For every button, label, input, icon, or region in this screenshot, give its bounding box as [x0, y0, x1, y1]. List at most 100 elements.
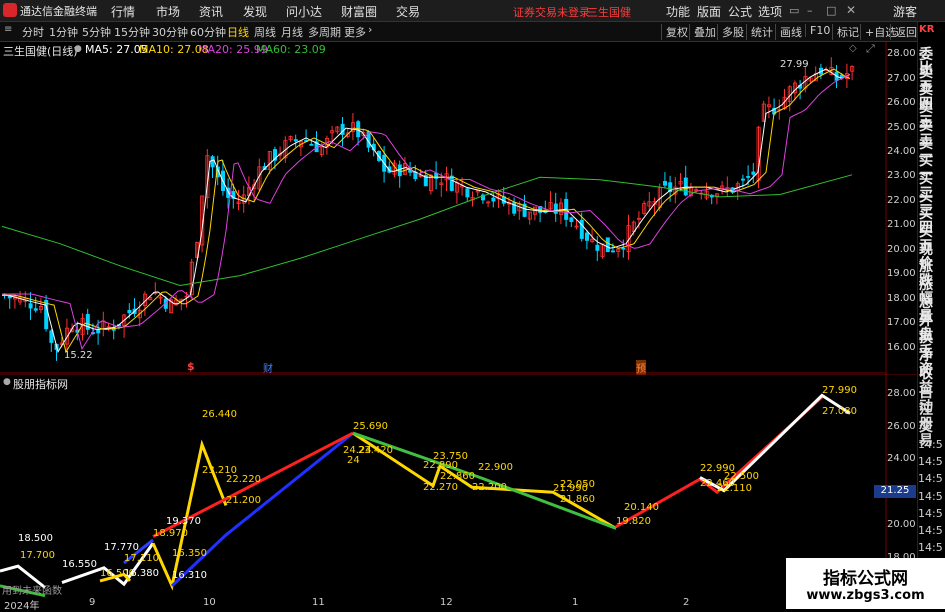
tf-intraday[interactable]: 分时	[22, 24, 44, 40]
side-time-2: 14:5	[918, 472, 943, 486]
app-logo-icon	[3, 3, 17, 17]
price-axis-label: 16.00	[887, 341, 916, 353]
event-finance-marker[interactable]: 财	[263, 360, 273, 375]
app-name: 通达信金融终端	[20, 5, 97, 18]
time-label-jan: 1	[572, 597, 579, 608]
candle-body	[127, 309, 132, 314]
watermark: 指标公式网 www.zbgs3.com	[786, 558, 945, 609]
indicator-point-label: 26.440	[202, 409, 237, 420]
candle-body	[605, 237, 610, 253]
login-notice[interactable]: 证券交易未登录	[513, 4, 590, 20]
tool-draw[interactable]: 画线	[775, 24, 802, 40]
tool-multi-stock[interactable]: 多股	[717, 24, 744, 40]
indicator-point-label: 22.900	[478, 462, 513, 473]
tool-stats[interactable]: 统计	[746, 24, 773, 40]
menu-function[interactable]: 功能	[666, 3, 690, 20]
indicator-point-label: 22.200	[472, 482, 507, 493]
indicator-point-label: 27.990	[822, 385, 857, 396]
indicator-point-label: 17.700	[20, 550, 55, 561]
candle-body	[96, 329, 101, 334]
indicator-point-label: 22.860	[440, 471, 475, 482]
tool-adjust[interactable]: 复权	[661, 24, 688, 40]
menu-options[interactable]: 选项	[758, 3, 782, 20]
tf-multi[interactable]: 多周期	[308, 24, 341, 40]
indicator-point-label: 16.350	[172, 548, 207, 559]
candle-body	[746, 176, 751, 178]
menu-quotes[interactable]: 行情	[111, 3, 135, 20]
guest-user[interactable]: 游客	[893, 3, 917, 20]
price-axis-label: 17.00	[887, 317, 916, 329]
indicator-point-label: 18.500	[18, 533, 53, 544]
close-icon[interactable]: ✕	[846, 3, 856, 17]
indicator-current-value: 21.25	[874, 485, 916, 498]
price-axis-label: 19.00	[887, 268, 916, 280]
minimize-icon[interactable]: ▭	[789, 4, 799, 17]
time-label-oct: 10	[203, 597, 216, 608]
menu-market[interactable]: 市场	[156, 3, 180, 20]
tf-5min[interactable]: 5分钟	[82, 24, 111, 40]
time-label-feb: 2	[683, 597, 690, 608]
candle-body	[309, 143, 314, 146]
price-axis-label: 20.00	[887, 243, 916, 255]
restore-icon[interactable]: –	[807, 4, 813, 17]
candle-body	[33, 308, 38, 311]
menu-wealth-circle[interactable]: 财富圈	[341, 3, 377, 20]
menu-news[interactable]: 资讯	[199, 3, 223, 20]
time-label-year: 2024年	[4, 601, 40, 612]
candlestick-chart[interactable]	[0, 42, 917, 374]
indicator-point-label: 19.820	[616, 516, 651, 527]
indicator-chart[interactable]	[0, 374, 917, 599]
side-time-1: 14:5	[918, 455, 943, 469]
indicator-axis-label: 28.00	[887, 387, 916, 399]
tool-mark[interactable]: 标记	[832, 24, 859, 40]
tf-1min[interactable]: 1分钟	[49, 24, 78, 40]
candle-body	[49, 330, 54, 343]
side-time-4: 14:5	[918, 506, 943, 520]
candle-body	[210, 156, 215, 168]
high-price-label: 27.99	[780, 59, 809, 70]
candle-body	[491, 197, 496, 202]
candle-body	[465, 188, 470, 198]
tool-overlay[interactable]: 叠加	[689, 24, 716, 40]
watermark-url: www.zbgs3.com	[806, 588, 925, 603]
tf-30min[interactable]: 30分钟	[152, 24, 188, 40]
menu-discover[interactable]: 发现	[243, 3, 267, 20]
menu-ask[interactable]: 问小达	[286, 3, 322, 20]
tf-weekly[interactable]: 周线	[254, 24, 276, 40]
indicator-axis-label: 26.00	[887, 420, 916, 432]
tf-more[interactable]: 更多	[344, 24, 366, 40]
tf-monthly[interactable]: 月线	[281, 24, 303, 40]
indicator-point-label: 17.770	[104, 542, 139, 553]
indicator-point-label: 22.110	[717, 483, 752, 494]
indicator-point-label: 16.550	[62, 559, 97, 570]
tool-f10[interactable]: F10	[805, 24, 830, 37]
indicator-point-label: 18.970	[153, 528, 188, 539]
chevron-right-icon[interactable]: ›	[368, 23, 372, 36]
indicator-point-label: 21.200	[226, 495, 261, 506]
side-time-5: 14:5	[918, 524, 943, 537]
candle-body	[683, 177, 688, 196]
tf-daily[interactable]: 日线	[227, 24, 249, 40]
candle-body	[663, 181, 668, 186]
watermark-title: 指标公式网	[823, 569, 908, 589]
menu-formula[interactable]: 公式	[728, 3, 752, 20]
tf-15min[interactable]: 15分钟	[114, 24, 150, 40]
menu-trade[interactable]: 交易	[396, 3, 420, 20]
maximize-icon[interactable]: □	[826, 4, 836, 17]
tool-back[interactable]: 返回	[890, 24, 917, 40]
price-axis-label: 26.00	[887, 97, 916, 109]
menu-layout[interactable]: 版面	[697, 3, 721, 20]
price-axis-label: 21.00	[887, 219, 916, 231]
tf-60min[interactable]: 60分钟	[190, 24, 226, 40]
event-dividend-marker[interactable]: $	[187, 360, 195, 373]
indicator-point-label: 23.420	[358, 445, 393, 456]
menu-icon[interactable]: ≡	[4, 24, 12, 35]
indicator-point-label: 17.110	[124, 553, 159, 564]
indicator-point-label: 21.860	[560, 494, 595, 505]
candle-body	[595, 244, 600, 251]
candle-body	[585, 232, 590, 241]
stock-code-icon[interactable]: KR	[919, 24, 934, 35]
event-forecast-marker[interactable]: 预	[636, 360, 646, 375]
indicator-point-label: 22.220	[226, 474, 261, 485]
indicator-point-label: 22.050	[560, 479, 595, 490]
